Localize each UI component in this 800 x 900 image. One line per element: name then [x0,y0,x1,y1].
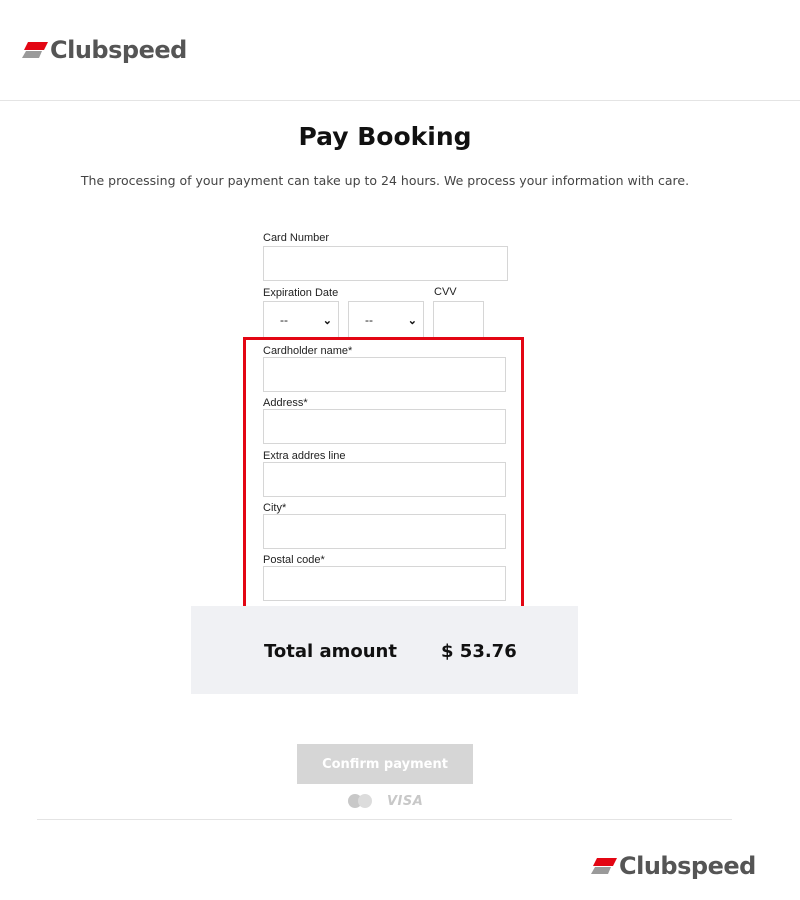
total-amount-label: Total amount [264,641,397,662]
clubspeed-logo-icon [591,856,617,876]
card-number-label: Card Number [263,232,330,244]
expiration-month-value: -- [280,313,288,327]
expiration-year-select[interactable]: -- ⌄ [348,301,424,339]
expiration-year-value: -- [365,313,373,327]
address-label: Address* [263,397,308,409]
clubspeed-logo[interactable]: Clubspeed [22,36,187,64]
cardholder-name-label: Cardholder name* [263,345,353,357]
cvv-label: CVV [434,286,457,298]
footer-divider [37,819,732,820]
postal-code-input[interactable] [263,566,506,601]
expiration-month-select[interactable]: -- ⌄ [263,301,339,339]
order-summary: Total amount $ 53.76 [191,606,578,694]
brand-name: Clubspeed [50,36,187,64]
postal-code-label: Postal code* [263,554,325,566]
confirm-payment-button[interactable]: Confirm payment [297,744,473,784]
visa-icon: VISA [387,793,424,809]
address-input[interactable] [263,409,506,444]
page-subtitle: The processing of your payment can take … [80,173,690,188]
cardholder-name-input[interactable] [263,357,506,392]
expiration-date-label: Expiration Date [263,287,339,299]
total-amount-value: $ 53.76 [441,641,517,662]
chevron-down-icon: ⌄ [407,314,417,327]
page-header: Clubspeed [0,0,800,101]
page-title: Pay Booking [298,122,472,151]
city-label: City* [263,502,287,514]
footer-brand-name: Clubspeed [619,852,756,880]
chevron-down-icon: ⌄ [322,314,332,327]
footer-clubspeed-logo[interactable]: Clubspeed [591,852,756,880]
clubspeed-logo-icon [22,40,48,60]
card-number-input[interactable] [263,246,508,281]
mastercard-icon [348,793,373,809]
payment-method-icons: VISA [348,793,423,809]
extra-address-input[interactable] [263,462,506,497]
city-input[interactable] [263,514,506,549]
cvv-input[interactable] [433,301,484,339]
extra-address-label: Extra addres line [263,450,346,462]
